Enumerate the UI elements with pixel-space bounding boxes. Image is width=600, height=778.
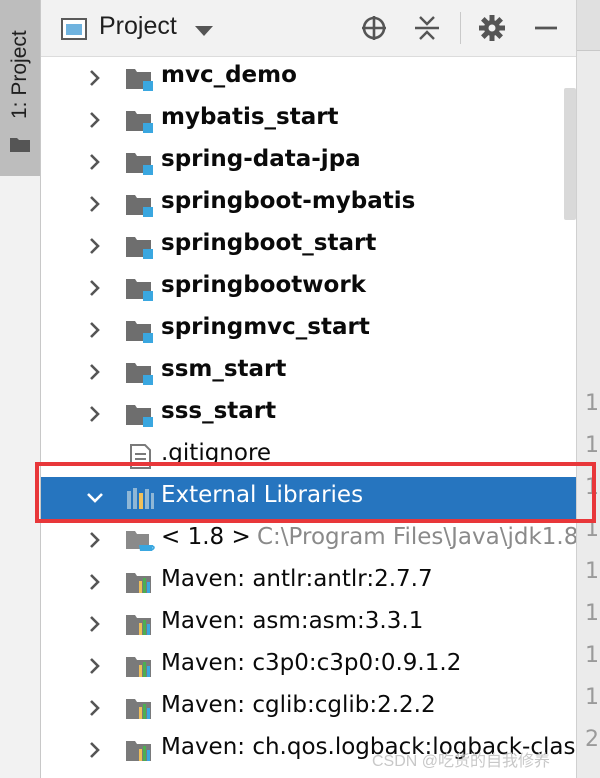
gutter-line-number: 1 bbox=[585, 643, 599, 668]
tree-row-label: mybatis_start bbox=[161, 104, 339, 130]
project-panel-header: Project bbox=[41, 0, 576, 57]
module-folder-icon bbox=[126, 363, 153, 385]
folder-icon bbox=[10, 138, 30, 152]
tree-row[interactable]: ssm_start bbox=[41, 351, 576, 393]
gutter-line-number: 2 bbox=[585, 727, 599, 752]
chevron-right-icon[interactable] bbox=[85, 362, 105, 382]
chevron-right-icon[interactable] bbox=[85, 68, 105, 88]
gutter-line-number: 1 bbox=[585, 391, 599, 416]
tree-row[interactable]: sss_start bbox=[41, 393, 576, 435]
jdk-icon bbox=[126, 531, 155, 551]
chevron-right-icon[interactable] bbox=[85, 110, 105, 130]
tree-row[interactable]: Maven: antlr:antlr:2.7.7 bbox=[41, 561, 576, 603]
locate-icon[interactable] bbox=[359, 12, 389, 44]
chevron-right-icon[interactable] bbox=[85, 404, 105, 424]
tree-row[interactable]: Maven: cglib:cglib:2.2.2 bbox=[41, 687, 576, 729]
tree-row-label: Maven: antlr:antlr:2.7.7 bbox=[161, 566, 433, 592]
library-icon bbox=[126, 573, 151, 593]
chevron-right-icon[interactable] bbox=[85, 530, 105, 550]
module-folder-icon bbox=[126, 279, 153, 301]
gutter-line-number: 1 bbox=[585, 559, 599, 584]
tree-row[interactable]: Maven: c3p0:c3p0:0.9.1.2 bbox=[41, 645, 576, 687]
chevron-right-icon[interactable] bbox=[85, 236, 105, 256]
chevron-right-icon[interactable] bbox=[85, 278, 105, 298]
collapse-all-icon[interactable] bbox=[412, 12, 442, 44]
highlight-annotation bbox=[35, 462, 596, 523]
tool-window-strip: 1: Project bbox=[0, 0, 41, 778]
tree-row-label: mvc_demo bbox=[161, 62, 297, 88]
tree-row[interactable]: spring-data-jpa bbox=[41, 141, 576, 183]
gutter-line-number: 1 bbox=[585, 433, 599, 458]
module-folder-icon bbox=[126, 111, 153, 133]
chevron-right-icon[interactable] bbox=[85, 614, 105, 634]
chevron-right-icon[interactable] bbox=[85, 740, 105, 760]
chevron-right-icon[interactable] bbox=[85, 656, 105, 676]
project-tool-tab-label: 1: Project bbox=[8, 30, 31, 120]
tree-row-label: < 1.8 > bbox=[161, 524, 251, 550]
module-folder-icon bbox=[126, 405, 153, 427]
module-folder-icon bbox=[126, 237, 153, 259]
tree-row-label: springmvc_start bbox=[161, 314, 370, 340]
tree-row[interactable]: Maven: asm:asm:3.3.1 bbox=[41, 603, 576, 645]
view-selector-label[interactable]: Project bbox=[99, 12, 177, 41]
library-icon bbox=[126, 699, 151, 719]
project-tree: mvc_demo mybatis_start spring-data-jpa spri… bbox=[41, 57, 600, 778]
gutter-line-number: 1 bbox=[585, 601, 599, 626]
chevron-right-icon[interactable] bbox=[85, 320, 105, 340]
project-view-icon bbox=[61, 18, 87, 40]
gutter-line-number: 1 bbox=[585, 685, 599, 710]
chevron-right-icon[interactable] bbox=[85, 572, 105, 592]
module-folder-icon bbox=[126, 153, 153, 175]
library-icon bbox=[126, 657, 151, 677]
gear-icon[interactable] bbox=[477, 12, 507, 44]
toolbar-separator bbox=[460, 12, 461, 44]
tree-row-label: sss_start bbox=[161, 398, 277, 424]
tree-row-label: springboot_start bbox=[161, 230, 377, 256]
watermark: CSDN @吃货的自我修养 bbox=[372, 753, 551, 770]
tree-row-label: springboot-mybatis bbox=[161, 188, 416, 214]
library-icon bbox=[126, 615, 151, 635]
tree-row[interactable]: springboot-mybatis bbox=[41, 183, 576, 225]
tree-row-label: springbootwork bbox=[161, 272, 366, 298]
module-folder-icon bbox=[126, 69, 153, 91]
chevron-right-icon[interactable] bbox=[85, 698, 105, 718]
tree-row[interactable]: springboot_start bbox=[41, 225, 576, 267]
tree-row-label: spring-data-jpa bbox=[161, 146, 361, 172]
editor-tab-strip bbox=[577, 0, 600, 51]
tree-row[interactable]: < 1.8 > C:\Program Files\Java\jdk1.8 bbox=[41, 519, 579, 561]
tree-row-label: ssm_start bbox=[161, 356, 287, 382]
chevron-right-icon[interactable] bbox=[85, 194, 105, 214]
tree-row-label: Maven: asm:asm:3.3.1 bbox=[161, 608, 424, 634]
tree-row-label: Maven: cglib:cglib:2.2.2 bbox=[161, 692, 436, 718]
chevron-down-icon[interactable] bbox=[195, 26, 213, 36]
module-folder-icon bbox=[126, 195, 153, 217]
scrollbar-thumb[interactable] bbox=[564, 88, 576, 220]
tree-row[interactable]: mvc_demo bbox=[41, 57, 576, 99]
library-icon bbox=[126, 741, 151, 761]
project-tool-tab[interactable]: 1: Project bbox=[0, 0, 40, 176]
chevron-right-icon[interactable] bbox=[85, 152, 105, 172]
module-folder-icon bbox=[126, 321, 153, 343]
project-panel: Project mvc_demo mybatis_start spring-da… bbox=[41, 0, 600, 778]
tree-row[interactable]: springbootwork bbox=[41, 267, 576, 309]
minimize-icon[interactable] bbox=[530, 12, 560, 44]
tree-row-path: C:\Program Files\Java\jdk1.8 bbox=[257, 524, 579, 550]
tree-row[interactable]: mybatis_start bbox=[41, 99, 576, 141]
tree-row[interactable]: springmvc_start bbox=[41, 309, 576, 351]
tree-row-label: Maven: c3p0:c3p0:0.9.1.2 bbox=[161, 650, 462, 676]
editor-gutter: 111111112 bbox=[576, 0, 600, 778]
